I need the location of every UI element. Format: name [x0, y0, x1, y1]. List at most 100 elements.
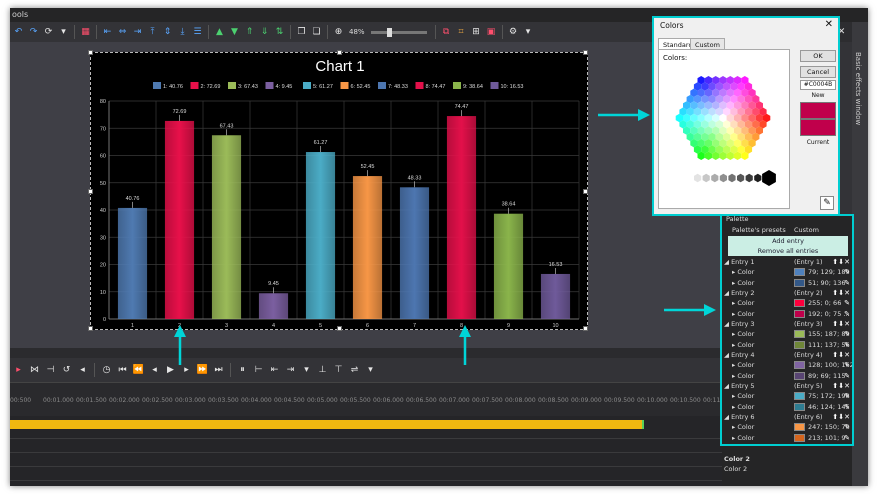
undo-icon[interactable]: ↶ — [12, 26, 25, 39]
y-tick-label: 30 — [100, 235, 106, 241]
settings-icon[interactable]: ⚙ — [507, 26, 520, 39]
align-bottom-icon[interactable]: ⤓ — [176, 26, 189, 39]
clock-icon[interactable]: ◷ — [100, 364, 113, 377]
align-center-icon[interactable]: ⇔ — [116, 26, 129, 39]
y-tick-label: 20 — [100, 263, 106, 269]
group-icon[interactable]: ❐ — [295, 26, 308, 39]
legend-swatch — [415, 82, 424, 89]
rewind-icon[interactable]: ⏪ — [132, 364, 145, 377]
ripple-icon[interactable]: ⇌ — [348, 364, 361, 377]
align-icon[interactable]: ⊥ — [316, 364, 329, 377]
gray-cell[interactable] — [737, 173, 745, 183]
close-icon[interactable]: ✕ — [825, 19, 833, 30]
chevron-down-icon[interactable]: ▾ — [522, 26, 535, 39]
zoom-slider-knob[interactable] — [386, 27, 392, 37]
chart-object[interactable]: Chart 1 1: 40.76 2: 72.69 3: 67.43 4: 9.45 5:… — [88, 50, 588, 331]
cancel-button[interactable]: Cancel — [800, 66, 836, 78]
ruler-label: 00:02.000 — [109, 397, 140, 404]
preview-canvas[interactable]: Chart 1 1: 40.76 2: 72.69 3: 67.43 4: 9.45 5:… — [10, 42, 722, 348]
color-hexagon[interactable] — [659, 60, 789, 210]
step-forward-icon[interactable]: ▸ — [180, 364, 193, 377]
bar[interactable] — [352, 176, 383, 319]
bar[interactable] — [540, 273, 571, 319]
fit-icon[interactable]: ⊞ — [470, 26, 483, 39]
ok-button[interactable]: OK — [800, 50, 836, 62]
volume-icon[interactable]: ◂ — [76, 364, 89, 377]
zoom-icon[interactable]: ⊕ — [332, 26, 345, 39]
ruler-label: 00:05.500 — [340, 397, 371, 404]
gray-cell[interactable] — [711, 173, 719, 183]
data-label: 40.76 — [126, 196, 140, 202]
arrange-icon[interactable]: ⇅ — [273, 26, 286, 39]
next-marker-icon[interactable]: ⇥ — [284, 364, 297, 377]
record-icon[interactable]: ▸ — [12, 364, 25, 377]
bar[interactable] — [493, 213, 524, 319]
resize-handle[interactable] — [583, 50, 588, 55]
marker-icon[interactable]: ⊢ — [252, 364, 265, 377]
resize-handle[interactable] — [88, 189, 93, 194]
ungroup-icon[interactable]: ❏ — [310, 26, 323, 39]
split-icon[interactable]: ⊣ — [44, 364, 57, 377]
chevron-down-icon[interactable]: ▾ — [364, 364, 377, 377]
gray-cell[interactable] — [694, 173, 702, 183]
bar[interactable] — [258, 293, 289, 319]
gray-cell[interactable] — [728, 173, 736, 183]
zoom-slider[interactable] — [370, 27, 427, 37]
redo-icon[interactable]: ↷ — [27, 26, 40, 39]
cut-icon[interactable]: ⋈ — [28, 364, 41, 377]
align-top-icon[interactable]: ⤒ — [146, 26, 159, 39]
legend-entry: 2: 72.69 — [201, 84, 221, 90]
resize-handle[interactable] — [337, 326, 342, 331]
bar[interactable] — [164, 120, 195, 320]
snap-icon[interactable]: ⧉ — [440, 26, 453, 39]
resize-handle[interactable] — [88, 326, 93, 331]
bar[interactable] — [399, 187, 430, 319]
pause-icon[interactable]: ⏸ — [236, 364, 249, 377]
gray-cell[interactable] — [745, 173, 753, 183]
bar[interactable] — [117, 207, 148, 319]
grid-icon[interactable]: ▦ — [79, 26, 92, 39]
eyedropper-icon[interactable]: ✎ — [820, 196, 834, 210]
hex-field[interactable]: #C0004B — [800, 80, 836, 90]
bar[interactable] — [305, 152, 336, 319]
resize-handle[interactable] — [88, 50, 93, 55]
bar[interactable] — [446, 116, 477, 319]
crop-icon[interactable]: ⌗ — [455, 26, 468, 39]
resize-handle[interactable] — [583, 189, 588, 194]
legend-swatch — [453, 82, 461, 89]
prev-marker-icon[interactable]: ⇤ — [268, 364, 281, 377]
go-start-icon[interactable]: ⏮ — [116, 364, 129, 377]
step-back-icon[interactable]: ◂ — [148, 364, 161, 377]
gray-cell[interactable] — [719, 173, 727, 183]
dropdown-icon[interactable]: ▾ — [57, 26, 70, 39]
timeline-ruler[interactable]: 00:500 00:01.000 00:01.500 00:02.000 00:02.5… — [10, 382, 734, 416]
distribute-icon[interactable]: ☰ — [191, 26, 204, 39]
snap-icon[interactable]: ⊤ — [332, 364, 345, 377]
pointer-arrow — [459, 325, 471, 365]
side-panel-tab[interactable]: Basic effects window — [852, 22, 868, 486]
bar[interactable] — [211, 135, 242, 319]
resize-handle[interactable] — [583, 326, 588, 331]
bring-front-icon[interactable]: ⇑ — [243, 26, 256, 39]
gray-cell[interactable] — [702, 173, 710, 183]
black-cell[interactable] — [762, 170, 776, 186]
refresh-icon[interactable]: ⟳ — [42, 26, 55, 39]
align-left-icon[interactable]: ⇤ — [101, 26, 114, 39]
ruler-label: 00:01.000 — [43, 397, 74, 404]
go-end-icon[interactable]: ⏭ — [212, 364, 225, 377]
y-tick-label: 40 — [100, 208, 106, 214]
align-middle-icon[interactable]: ⇕ — [161, 26, 174, 39]
send-back-icon[interactable]: ⇓ — [258, 26, 271, 39]
gray-cell[interactable] — [685, 173, 693, 183]
play-icon[interactable]: ▶ — [164, 364, 177, 377]
move-up-icon[interactable]: ▲ — [213, 26, 226, 39]
loop-icon[interactable]: ↺ — [60, 364, 73, 377]
fast-forward-icon[interactable]: ⏩ — [196, 364, 209, 377]
gray-cell[interactable] — [754, 173, 762, 183]
align-right-icon[interactable]: ⇥ — [131, 26, 144, 39]
resize-handle[interactable] — [337, 50, 342, 55]
chart-clip[interactable] — [10, 420, 644, 429]
safe-zone-icon[interactable]: ▣ — [485, 26, 498, 39]
move-down-icon[interactable]: ▼ — [228, 26, 241, 39]
chevron-down-icon[interactable]: ▾ — [300, 364, 313, 377]
